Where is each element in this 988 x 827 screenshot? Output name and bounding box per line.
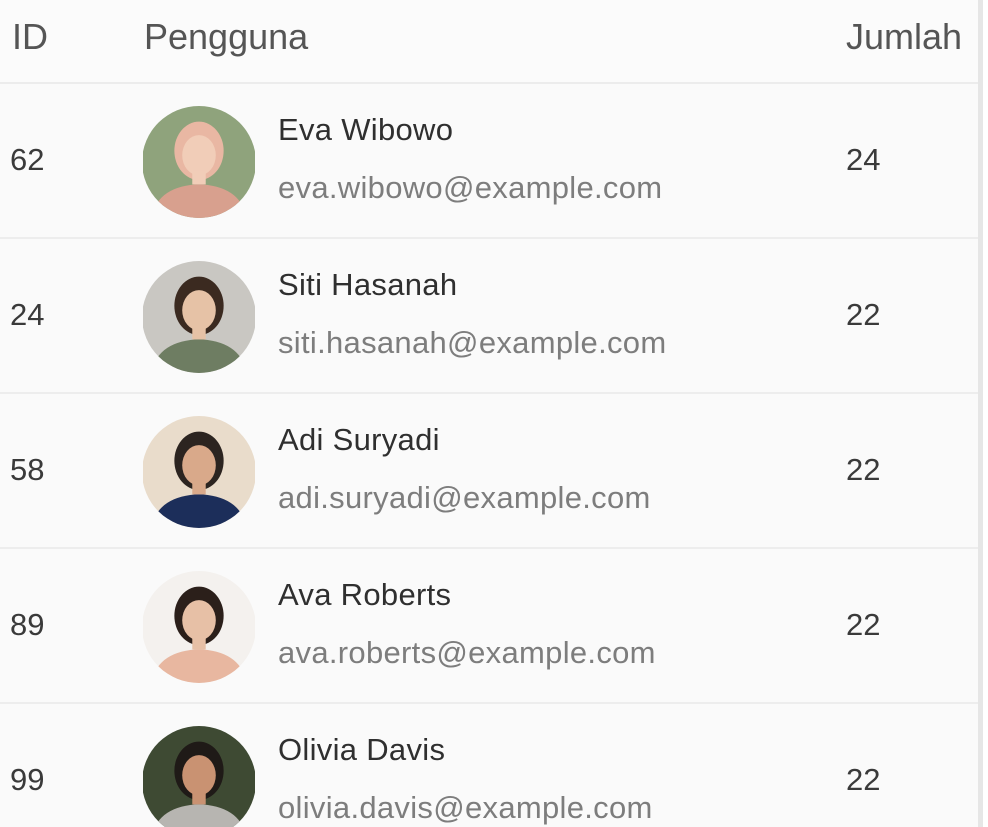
row-id: 58 <box>10 452 45 487</box>
avatar-photo <box>143 106 255 218</box>
user-email: adi.suryadi@example.com <box>278 480 651 515</box>
column-header-amount[interactable]: Jumlah <box>846 16 962 58</box>
user-email: ava.roberts@example.com <box>278 635 656 670</box>
row-id: 62 <box>10 142 45 177</box>
table-row[interactable]: 99 Olivia Davis olivia.davis@example.com… <box>0 704 983 827</box>
user-name: Olivia Davis <box>278 732 446 767</box>
row-id: 99 <box>10 762 45 797</box>
vertical-scrollbar[interactable] <box>978 0 983 827</box>
column-header-id[interactable]: ID <box>12 16 48 58</box>
user-name: Eva Wibowo <box>278 112 454 147</box>
user-email: siti.hasanah@example.com <box>278 325 667 360</box>
avatar-photo <box>143 571 255 683</box>
avatar <box>142 106 256 218</box>
row-amount: 22 <box>846 607 881 642</box>
table-row[interactable]: 89 Ava Roberts ava.roberts@example.com 2… <box>0 549 983 704</box>
avatar <box>142 571 256 683</box>
table-row[interactable]: 24 Siti Hasanah siti.hasanah@example.com… <box>0 239 983 394</box>
table-body: 62 Eva Wibowo eva.wibowo@example.com 24 … <box>0 84 983 827</box>
user-name: Adi Suryadi <box>278 422 440 457</box>
user-name: Siti Hasanah <box>278 267 458 302</box>
avatar-photo <box>143 726 255 827</box>
row-amount: 22 <box>846 452 881 487</box>
avatar-photo <box>143 416 255 528</box>
table-row[interactable]: 58 Adi Suryadi adi.suryadi@example.com 2… <box>0 394 983 549</box>
column-header-user[interactable]: Pengguna <box>144 16 308 58</box>
avatar-photo <box>143 261 255 373</box>
row-amount: 24 <box>846 142 881 177</box>
table-row[interactable]: 62 Eva Wibowo eva.wibowo@example.com 24 <box>0 84 983 239</box>
row-id: 89 <box>10 607 45 642</box>
avatar <box>142 726 256 827</box>
row-amount: 22 <box>846 762 881 797</box>
user-email: eva.wibowo@example.com <box>278 170 663 205</box>
avatar <box>142 261 256 373</box>
user-name: Ava Roberts <box>278 577 452 612</box>
table-header: ID Pengguna Jumlah <box>0 0 983 84</box>
row-id: 24 <box>10 297 45 332</box>
avatar <box>142 416 256 528</box>
users-table: ID Pengguna Jumlah 62 Eva Wibowo eva.wib… <box>0 0 983 827</box>
row-amount: 22 <box>846 297 881 332</box>
user-email: olivia.davis@example.com <box>278 790 653 825</box>
